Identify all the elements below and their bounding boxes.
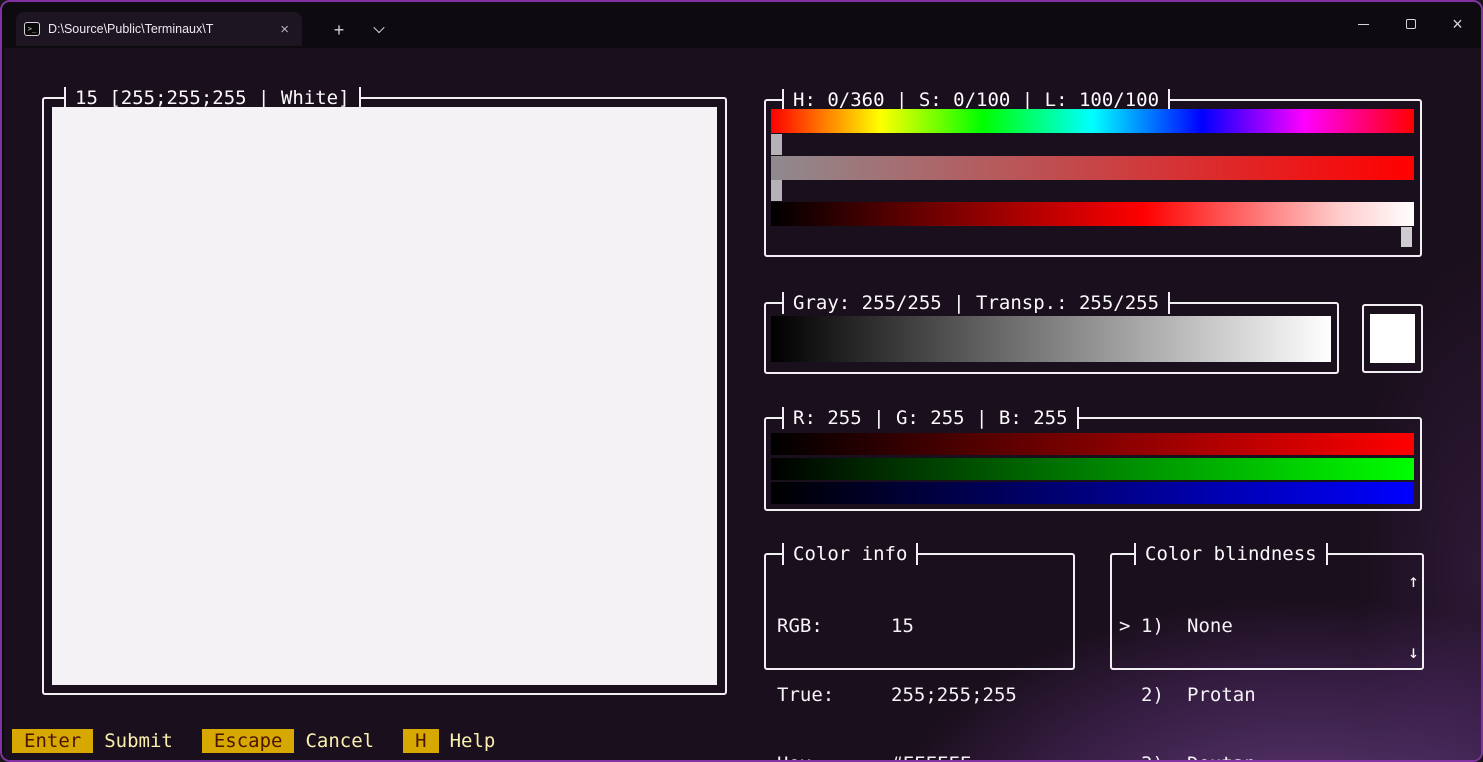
blindness-option-deutan[interactable]: 3)Deutan bbox=[1119, 753, 1256, 762]
info-label: Hex: bbox=[777, 753, 891, 762]
close-button[interactable]: × bbox=[1434, 2, 1481, 46]
minimize-button[interactable] bbox=[1340, 2, 1387, 46]
saturation-slider-handle[interactable] bbox=[771, 180, 782, 201]
gray-box: Gray: 255/255 | Transp.: 255/255 bbox=[764, 302, 1339, 374]
blindness-option-none[interactable]: >1)None bbox=[1119, 615, 1256, 638]
window-controls: × bbox=[1340, 2, 1481, 46]
hsl-title: H: 0/360 | S: 0/100 | L: 100/100 bbox=[782, 89, 1170, 111]
info-label: RGB: bbox=[777, 615, 891, 638]
rgb-title: R: 255 | G: 255 | B: 255 bbox=[782, 407, 1079, 429]
info-row-rgb: RGB:15 bbox=[777, 615, 1028, 638]
new-tab-button[interactable]: + bbox=[320, 14, 358, 44]
info-label: True: bbox=[777, 684, 891, 707]
saturation-slider[interactable] bbox=[771, 156, 1414, 180]
maximize-button[interactable] bbox=[1387, 2, 1434, 46]
info-value: #FFFFFF bbox=[891, 753, 971, 762]
tab-dropdown-button[interactable] bbox=[360, 14, 398, 44]
info-value: 15 bbox=[891, 615, 914, 637]
green-slider[interactable] bbox=[771, 458, 1414, 480]
hue-slider[interactable] bbox=[771, 109, 1414, 133]
tab-close-icon[interactable]: × bbox=[275, 21, 294, 38]
color-blindness-box: Color blindness >1)None 2)Protan 3)Deuta… bbox=[1110, 553, 1424, 670]
red-slider[interactable] bbox=[771, 433, 1414, 455]
option-number: 2) bbox=[1141, 684, 1187, 707]
escape-key-badge[interactable]: Escape bbox=[202, 729, 295, 753]
current-color-box bbox=[1362, 304, 1423, 373]
color-info-title: Color info bbox=[782, 543, 918, 565]
gray-title: Gray: 255/255 | Transp.: 255/255 bbox=[782, 292, 1170, 314]
info-value: 255;255;255 bbox=[891, 684, 1017, 706]
tab-title: D:\Source\Public\Terminaux\T bbox=[48, 22, 269, 36]
help-key-badge[interactable]: H bbox=[403, 729, 438, 753]
color-preview-swatch bbox=[52, 107, 717, 685]
current-color-swatch bbox=[1370, 314, 1415, 363]
info-row-hex: Hex:#FFFFFF bbox=[777, 753, 1028, 762]
minimize-icon bbox=[1358, 24, 1369, 25]
blindness-option-protan[interactable]: 2)Protan bbox=[1119, 684, 1256, 707]
terminal-screen: 15 [255;255;255 | White] H: 0/360 | S: 0… bbox=[4, 48, 1483, 762]
option-number: 3) bbox=[1141, 753, 1187, 762]
lightness-slider-handle[interactable] bbox=[1401, 227, 1412, 247]
hsl-box: H: 0/360 | S: 0/100 | L: 100/100 bbox=[764, 99, 1422, 257]
maximize-icon bbox=[1406, 19, 1416, 29]
option-number: 1) bbox=[1141, 615, 1187, 638]
option-label: Deutan bbox=[1187, 753, 1256, 762]
titlebar: >_ D:\Source\Public\Terminaux\T × + × bbox=[2, 2, 1481, 46]
chevron-down-icon bbox=[373, 22, 384, 33]
option-label: None bbox=[1187, 615, 1233, 637]
hue-slider-handle[interactable] bbox=[771, 134, 782, 155]
blindness-list: >1)None 2)Protan 3)Deutan 4)Tritan bbox=[1119, 569, 1256, 762]
gray-slider[interactable] bbox=[771, 316, 1331, 362]
color-preview-box: 15 [255;255;255 | White] bbox=[42, 97, 727, 695]
scroll-down-icon[interactable]: ↓ bbox=[1408, 642, 1419, 663]
command-prompt-icon: >_ bbox=[24, 22, 40, 36]
info-row-true: True:255;255;255 bbox=[777, 684, 1028, 707]
selection-marker: > bbox=[1119, 615, 1141, 638]
terminal-tab[interactable]: >_ D:\Source\Public\Terminaux\T × bbox=[16, 12, 302, 46]
lightness-slider[interactable] bbox=[771, 202, 1414, 226]
enter-key-badge[interactable]: Enter bbox=[12, 729, 93, 753]
escape-key-action: Cancel bbox=[305, 730, 374, 752]
help-key-action: Help bbox=[450, 730, 496, 752]
color-blindness-title: Color blindness bbox=[1134, 543, 1328, 565]
enter-key-action: Submit bbox=[104, 730, 173, 752]
close-icon: × bbox=[1452, 14, 1463, 35]
blue-slider[interactable] bbox=[771, 482, 1414, 504]
terminal-window: >_ D:\Source\Public\Terminaux\T × + × 15… bbox=[0, 0, 1483, 762]
keybinding-bar: Enter Submit Escape Cancel H Help bbox=[12, 729, 524, 753]
rgb-box: R: 255 | G: 255 | B: 255 bbox=[764, 417, 1422, 511]
preview-title: 15 [255;255;255 | White] bbox=[64, 87, 361, 109]
color-info-rows: RGB:15 True:255;255;255 Hex:#FFFFFF Type… bbox=[777, 569, 1028, 762]
option-label: Protan bbox=[1187, 684, 1256, 706]
color-info-box: Color info RGB:15 True:255;255;255 Hex:#… bbox=[764, 553, 1075, 670]
scroll-up-icon[interactable]: ↑ bbox=[1408, 571, 1419, 592]
